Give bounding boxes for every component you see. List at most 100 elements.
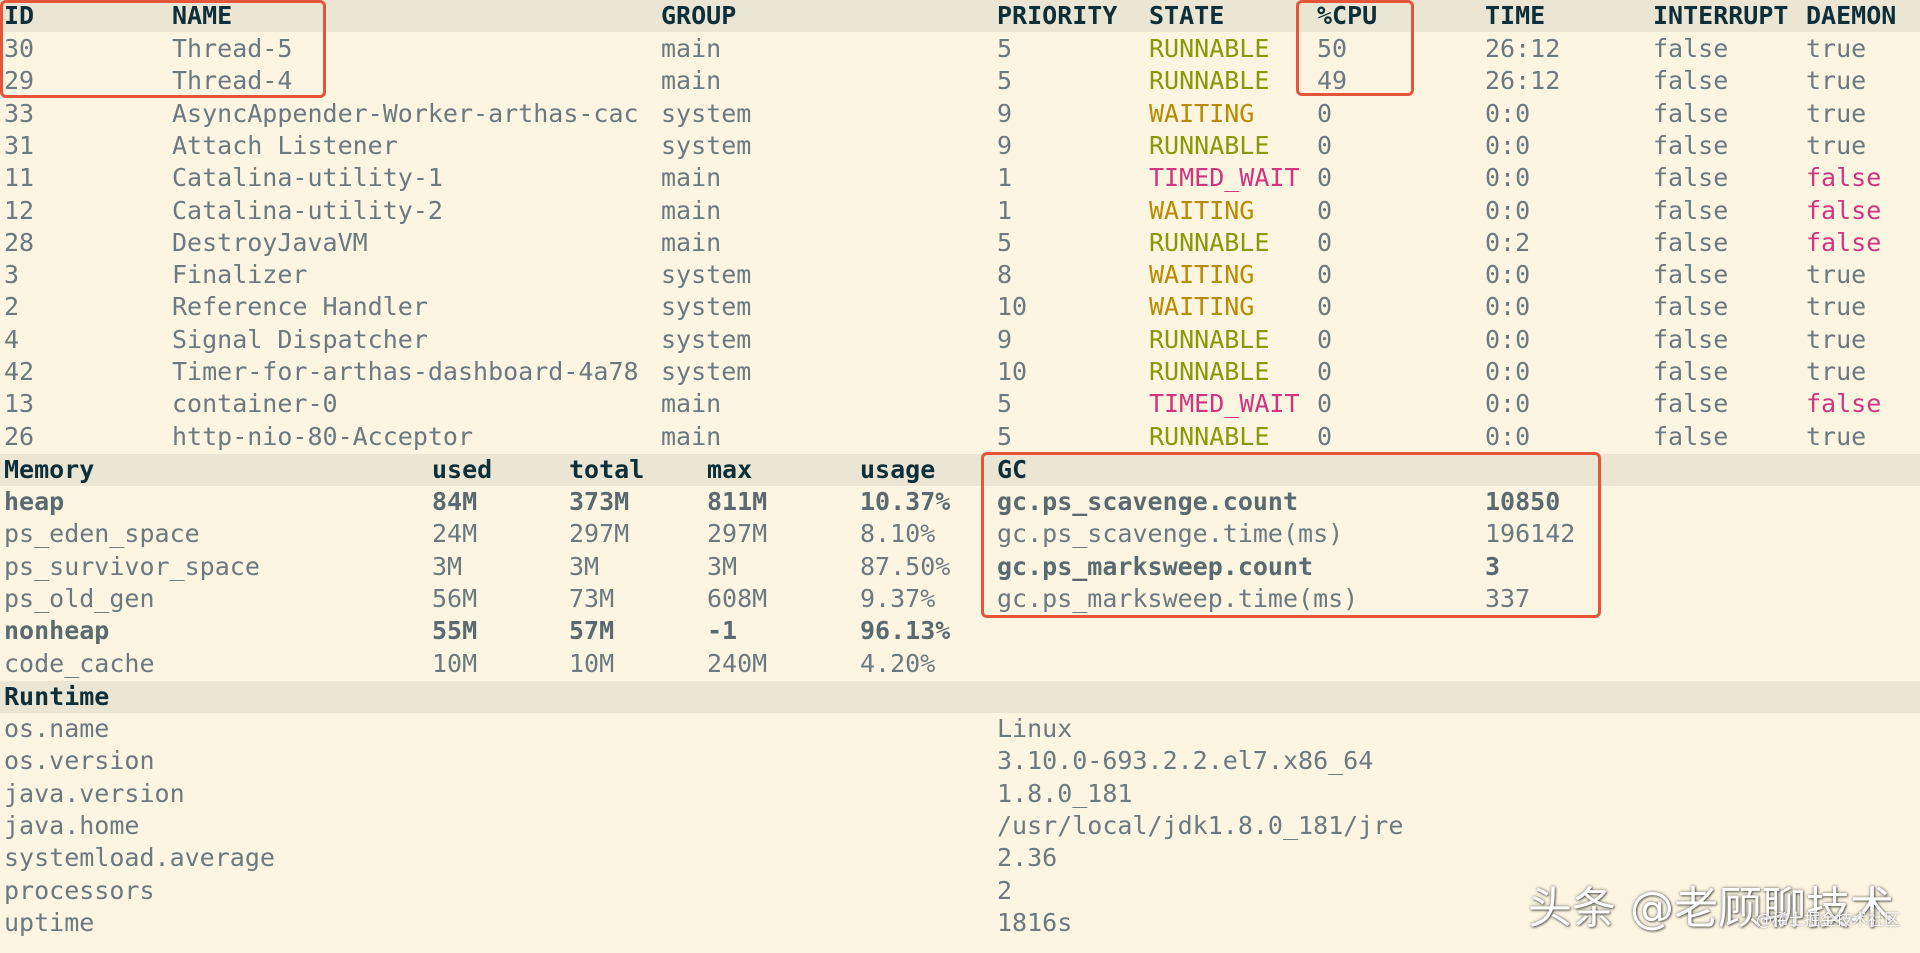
runtime-value: /usr/local/jdk1.8.0_181/jre (997, 811, 1404, 840)
runtime-value: 2.36 (997, 843, 1058, 872)
memory-usage: 9.37% (860, 584, 936, 613)
watermark-sub: @稀土掘金技术社区 (1755, 910, 1900, 929)
thread-interrupt: false (1653, 131, 1729, 160)
runtime-value: 2 (997, 876, 1013, 905)
memory-max: -1 (707, 616, 738, 645)
thread-daemon: true (1806, 325, 1867, 354)
col-state-header: STATE (1149, 1, 1225, 30)
thread-priority: 8 (997, 260, 1013, 289)
memory-max: 297M (707, 519, 768, 548)
memory-col-max: max (707, 455, 753, 484)
thread-row: 42 Timer-for-arthas-dashboard-4a78 system 1… (0, 356, 1920, 388)
thread-daemon: true (1806, 260, 1867, 289)
thread-name: Timer-for-arthas-dashboard-4a78 (172, 357, 639, 386)
memory-max: 3M (707, 552, 738, 581)
thread-state: RUNNABLE (1149, 34, 1270, 63)
thread-row: 12 Catalina-utility-2 main 1 WAITING 0 0:0 fals… (0, 195, 1920, 227)
thread-group: system (661, 292, 752, 321)
thread-state: WAITING (1149, 260, 1255, 289)
memory-row: code_cache 10M 10M 240M 4.20% (0, 648, 1920, 680)
thread-interrupt: false (1653, 66, 1729, 95)
thread-name: Attach Listener (172, 131, 398, 160)
thread-interrupt: false (1653, 292, 1729, 321)
thread-daemon: true (1806, 131, 1867, 160)
memory-row: ps_old_gen 56M 73M 608M 9.37% (0, 583, 1920, 615)
thread-state: WAITING (1149, 196, 1255, 225)
highlight-box-gc (981, 452, 1601, 618)
memory-used: 10M (432, 649, 478, 678)
thread-name: AsyncAppender-Worker-arthas-cac (172, 99, 639, 128)
thread-id: 26 (4, 422, 35, 451)
runtime-value: 1.8.0_181 (997, 779, 1133, 808)
thread-name: Catalina-utility-2 (172, 196, 443, 225)
memory-name: ps_eden_space (4, 519, 200, 548)
thread-group: main (661, 389, 722, 418)
memory-used: 84M (432, 487, 478, 516)
memory-max: 608M (707, 584, 768, 613)
thread-row: 28 DestroyJavaVM main 5 RUNNABLE 0 0:2 false fal… (0, 227, 1920, 259)
thread-time: 0:2 (1485, 228, 1531, 257)
runtime-name: os.name (4, 714, 110, 743)
thread-row: 11 Catalina-utility-1 main 1 TIMED_WAIT 0 0:0 f… (0, 162, 1920, 194)
memory-max: 240M (707, 649, 768, 678)
thread-state: TIMED_WAIT (1149, 389, 1300, 418)
thread-time: 0:0 (1485, 260, 1531, 289)
thread-priority: 9 (997, 131, 1013, 160)
thread-daemon: false (1806, 228, 1882, 257)
thread-cpu: 0 (1317, 292, 1333, 321)
col-priority-header: PRIORITY (997, 1, 1118, 30)
thread-id: 33 (4, 99, 35, 128)
thread-priority: 9 (997, 99, 1013, 128)
runtime-name: os.version (4, 746, 155, 775)
thread-group: main (661, 163, 722, 192)
thread-name: container-0 (172, 389, 338, 418)
thread-state: TIMED_WAIT (1149, 163, 1300, 192)
thread-group: main (661, 196, 722, 225)
thread-group: system (661, 325, 752, 354)
thread-cpu: 0 (1317, 196, 1333, 225)
thread-id: 4 (4, 325, 20, 354)
thread-interrupt: false (1653, 260, 1729, 289)
thread-interrupt: false (1653, 228, 1729, 257)
thread-priority: 10 (997, 292, 1028, 321)
thread-state: RUNNABLE (1149, 66, 1270, 95)
memory-usage: 96.13% (860, 616, 951, 645)
thread-time: 0:0 (1485, 422, 1531, 451)
thread-group: main (661, 66, 722, 95)
memory-col-total: total (569, 455, 645, 484)
thread-time: 0:0 (1485, 325, 1531, 354)
runtime-value: Linux (997, 714, 1073, 743)
highlight-box-cpu (1296, 0, 1414, 96)
thread-state: WAITING (1149, 292, 1255, 321)
memory-usage: 4.20% (860, 649, 936, 678)
thread-daemon: true (1806, 422, 1867, 451)
thread-state: WAITING (1149, 99, 1255, 128)
memory-used: 56M (432, 584, 478, 613)
thread-id: 28 (4, 228, 35, 257)
thread-row: 31 Attach Listener system 9 RUNNABLE 0 0:0 fals… (0, 130, 1920, 162)
thread-name: DestroyJavaVM (172, 228, 368, 257)
runtime-name: systemload.average (4, 843, 275, 872)
col-group-header: GROUP (661, 1, 737, 30)
thread-daemon: false (1806, 196, 1882, 225)
thread-row: 33 AsyncAppender-Worker-arthas-cac system 9… (0, 98, 1920, 130)
thread-cpu: 0 (1317, 325, 1333, 354)
memory-used: 3M (432, 552, 463, 581)
memory-total: 297M (569, 519, 630, 548)
thread-cpu: 0 (1317, 163, 1333, 192)
runtime-value: 1816s (997, 908, 1073, 937)
thread-daemon: true (1806, 34, 1867, 63)
thread-group: system (661, 357, 752, 386)
runtime-row: os.version 3.10.0-693.2.2.el7.x86_64 (0, 745, 1920, 777)
thread-time: 0:0 (1485, 163, 1531, 192)
memory-name: heap (4, 487, 65, 516)
thread-id: 2 (4, 292, 20, 321)
thread-id: 12 (4, 196, 35, 225)
memory-total: 373M (569, 487, 630, 516)
thread-daemon: true (1806, 66, 1867, 95)
memory-name: ps_survivor_space (4, 552, 260, 581)
thread-cpu: 0 (1317, 422, 1333, 451)
thread-time: 0:0 (1485, 292, 1531, 321)
thread-priority: 1 (997, 163, 1013, 192)
thread-time: 0:0 (1485, 99, 1531, 128)
